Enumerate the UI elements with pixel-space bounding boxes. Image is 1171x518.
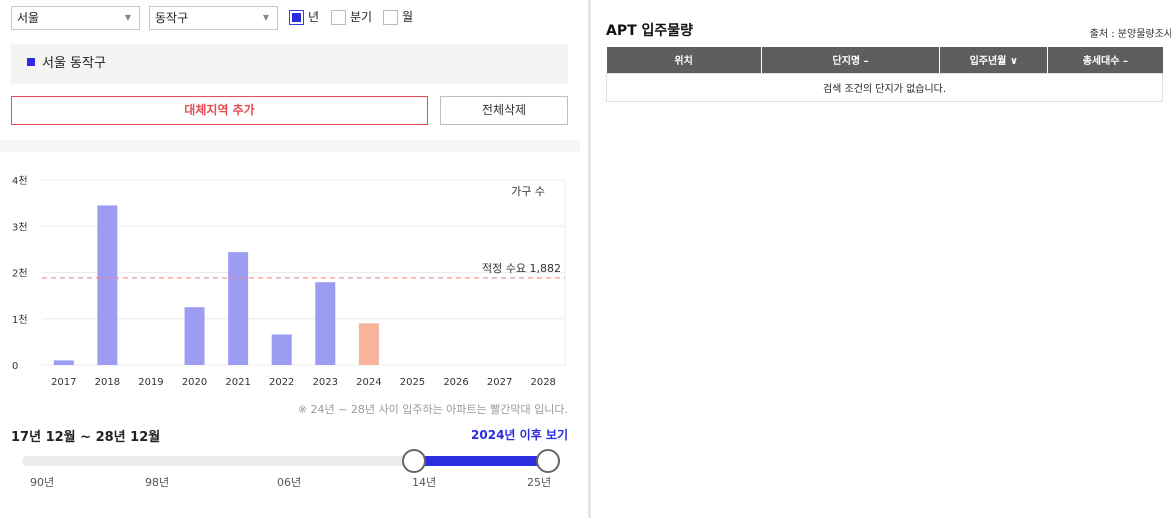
x-tick-label: 2026: [443, 377, 468, 388]
x-tick-label: 2027: [487, 377, 512, 388]
bar-2020: [184, 307, 205, 365]
col-location[interactable]: 위치: [606, 47, 762, 73]
x-tick-label: 2017: [51, 377, 76, 388]
y-tick-label: 3천: [12, 221, 28, 233]
bar-2023: [315, 282, 336, 365]
chevron-down-icon: ▼: [124, 13, 131, 22]
x-tick-label: 2021: [225, 377, 250, 388]
slider-tick-label: 06년: [277, 476, 302, 489]
x-tick-label: 2024: [356, 377, 381, 388]
panel-divider: [588, 0, 591, 518]
city-select-value: 서울: [17, 11, 40, 25]
reference-line-label: 적정 수요 1,882: [482, 262, 561, 275]
y-tick-label: 2천: [12, 268, 28, 280]
y-tick-label: 4천: [12, 175, 28, 187]
slider-end-handle[interactable]: [536, 449, 560, 473]
period-month-label: 월: [402, 10, 414, 24]
section-divider: [0, 140, 580, 152]
selected-region-label: 서울 동작구: [42, 56, 106, 71]
district-select-value: 동작구: [155, 11, 189, 25]
unit-label: 가구 수: [511, 185, 545, 198]
period-year-checkbox[interactable]: 년: [289, 9, 319, 25]
selected-region-box: 서울 동작구: [11, 44, 568, 84]
slider-tick-label: 98년: [145, 476, 170, 489]
left-panel: 서울 ▼ 동작구 ▼ 년 분기 월 서울 동작구 대체지역 추가 전체삭제 0 1…: [0, 0, 580, 518]
period-month-checkbox[interactable]: 월: [383, 9, 413, 25]
bar-2018: [97, 205, 118, 365]
move-in-volume-chart: 0 1천 2천 3천 4천 2017 2018 2019 2020 2021 2022 2023 202…: [12, 175, 566, 388]
col-total-units[interactable]: 총세대수 –: [1047, 47, 1163, 73]
add-alt-region-button[interactable]: 대체지역 추가: [11, 96, 428, 125]
period-quarter-checkbox[interactable]: 분기: [331, 9, 372, 25]
city-select[interactable]: 서울 ▼: [11, 6, 140, 30]
x-tick-label: 2023: [313, 377, 338, 388]
slider-start-handle[interactable]: [402, 449, 427, 473]
bar-2022: [271, 334, 292, 365]
col-complex-name[interactable]: 단지명 –: [761, 47, 941, 73]
x-tick-label: 2019: [138, 377, 163, 388]
x-tick-label: 2020: [182, 377, 207, 388]
chart-note: ※ 24년 ~ 28년 사이 입주하는 아파트는 빨간막대 입니다.: [297, 403, 568, 416]
apt-table: 위치 단지명 – 입주년월 ∨ 총세대수 – 검색 조건의 단지가 없습니다.: [606, 47, 1163, 102]
x-tick-label: 2018: [95, 377, 120, 388]
year-range-slider-fill: [414, 456, 548, 466]
checkbox-icon: [383, 9, 398, 25]
y-tick-label: 0: [12, 361, 18, 372]
y-tick-label: 1천: [12, 314, 28, 326]
bar-2024: [358, 323, 379, 365]
slider-tick-label: 14년: [412, 476, 437, 489]
bar-2021: [228, 252, 249, 365]
right-panel: APT 입주물량 출처 : 분양물량조사 위치 단지명 – 입주년월 ∨ 총세대…: [606, 0, 1171, 518]
period-range: 17년 12월 ~ 28년 12월: [11, 430, 161, 445]
data-source: 출처 : 분양물량조사: [1089, 29, 1171, 40]
bar-2017: [53, 360, 74, 365]
checkbox-icon: [331, 9, 346, 25]
region-color-marker: [27, 58, 35, 66]
chevron-down-icon: ▼: [262, 13, 269, 22]
slider-tick-label: 25년: [527, 476, 552, 489]
x-tick-label: 2022: [269, 377, 294, 388]
x-tick-label: 2025: [400, 377, 425, 388]
table-row: 검색 조건의 단지가 없습니다.: [606, 72, 1163, 102]
district-select[interactable]: 동작구 ▼: [149, 6, 278, 30]
period-year-label: 년: [308, 10, 320, 24]
period-quarter-label: 분기: [350, 10, 373, 24]
col-move-in-month[interactable]: 입주년월 ∨: [939, 47, 1049, 73]
apt-title: APT 입주물량: [606, 23, 694, 39]
x-tick-label: 2028: [530, 377, 555, 388]
delete-all-button[interactable]: 전체삭제: [440, 96, 568, 125]
after-2024-link[interactable]: 2024년 이후 보기: [471, 426, 568, 443]
empty-message: 검색 조건의 단지가 없습니다.: [606, 72, 1163, 102]
checkbox-checked-icon: [289, 9, 304, 25]
slider-tick-label: 90년: [30, 476, 55, 489]
